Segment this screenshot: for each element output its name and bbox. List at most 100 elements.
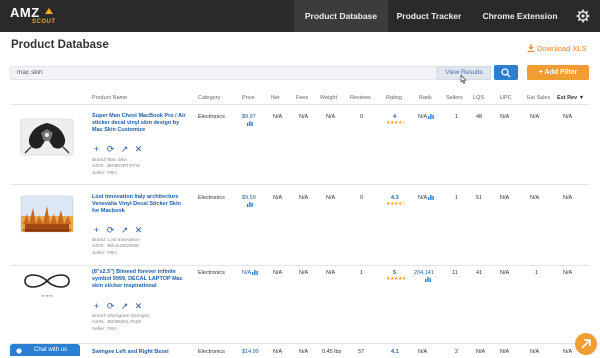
chat-arrow-icon	[581, 339, 591, 349]
category-cell: Electronics	[198, 195, 225, 201]
product-meta: Brand: Mac Skin ASIN: B00BORTVYW Seller:…	[92, 158, 140, 177]
product-image[interactable]: ∞ ∞ ∞	[19, 267, 75, 307]
chat-with-us-button[interactable]: Chat with us	[10, 344, 80, 356]
tab-product-tracker[interactable]: Product Tracker	[388, 0, 470, 32]
seller-label: Seller:	[92, 250, 106, 256]
rank-history-icon[interactable]	[428, 114, 434, 119]
column-header-upc[interactable]: UPC	[500, 95, 512, 101]
product-name-link[interactable]: Swingee Left and Right Bezel	[92, 349, 188, 356]
product-name-link[interactable]: Lost Innovation Italy architecture Venev…	[92, 194, 188, 215]
est-sales-cell: N/A	[530, 349, 540, 355]
close-icon[interactable]: ✕	[134, 226, 143, 235]
est-rev-cell: N/A	[563, 114, 573, 120]
category-cell: Electronics	[198, 349, 225, 355]
brand-value: Shengram Sensgim	[107, 314, 150, 319]
column-header-product-name[interactable]: Product Name	[92, 95, 127, 101]
svg-text:∞ ∞ ∞: ∞ ∞ ∞	[42, 293, 53, 298]
product-image[interactable]	[19, 194, 75, 234]
net-cell: N/A	[273, 114, 283, 120]
sellers-cell: 1	[455, 114, 459, 120]
close-icon[interactable]: ✕	[134, 302, 143, 311]
tab-chrome-extension[interactable]: Chrome Extension	[470, 0, 570, 32]
est-sales-cell: N/A	[530, 114, 540, 120]
rank-history-icon[interactable]	[428, 195, 434, 200]
price-cell: $9.97	[242, 114, 256, 120]
column-header-est-rev[interactable]: Est Rev ▼	[557, 95, 584, 101]
download-xls-link[interactable]: Download XLS	[527, 44, 587, 53]
rank-value: N/A	[418, 195, 428, 201]
price-cell: $9.59	[242, 195, 256, 201]
column-header-weight[interactable]: Weight	[320, 95, 337, 101]
asin-value: B00BORTVYW	[107, 164, 141, 170]
asin-value: B00BMGL7NZ0	[107, 320, 142, 326]
column-header-category[interactable]: Category	[198, 95, 220, 101]
column-header-sellers[interactable]: Sellers	[446, 95, 463, 101]
column-header-fees[interactable]: Fees	[296, 95, 308, 101]
add-icon[interactable]: +	[92, 145, 101, 154]
rank-cell: N/A	[418, 349, 428, 355]
column-header-rating[interactable]: Rating	[386, 95, 402, 101]
weight-cell: 0.45 lbs	[322, 349, 342, 355]
price-cell: $14.99	[242, 349, 259, 355]
seller-value: FBA	[107, 250, 117, 256]
price-history-icon[interactable]	[246, 121, 253, 127]
column-header-rank[interactable]: Rank	[419, 95, 432, 101]
external-link-icon[interactable]: ↗	[120, 145, 129, 154]
logo-text: AMZ	[10, 5, 40, 20]
support-fab-button[interactable]	[575, 333, 597, 355]
column-header-reviews[interactable]: Reviews	[350, 95, 371, 101]
download-label: Download XLS	[537, 44, 587, 53]
fees-cell: N/A	[299, 195, 309, 201]
rank-cell: 204,141	[414, 270, 434, 276]
table-row: ∞ ∞ ∞ (8"x2.5") Bimeed forever infinite …	[10, 267, 590, 344]
brand-value: Mac Skin	[107, 158, 128, 163]
refresh-icon[interactable]: ⟳	[106, 302, 115, 311]
price-history-icon[interactable]	[246, 202, 253, 208]
rank-history-icon[interactable]	[424, 277, 431, 283]
add-filter-button[interactable]: + Add Filter	[527, 65, 589, 80]
close-icon[interactable]: ✕	[134, 145, 143, 154]
column-header-lqs[interactable]: LQS	[473, 95, 484, 101]
upc-cell: N/A	[500, 270, 510, 276]
refresh-icon[interactable]: ⟳	[106, 145, 115, 154]
rating-cell: 4.1	[391, 349, 399, 355]
reviews-cell: 0	[360, 195, 364, 201]
seller-value: FBA	[107, 326, 117, 332]
upc-cell: N/A	[500, 195, 510, 201]
rank-value: N/A	[418, 114, 428, 120]
product-name-link[interactable]: Super Man Chest MacBook Pro / Air sticke…	[92, 113, 188, 134]
column-header-net[interactable]: Net	[271, 95, 280, 101]
search-input-value: mac skin	[17, 69, 43, 76]
refresh-icon[interactable]: ⟳	[106, 226, 115, 235]
est-rev-label: Est Rev	[557, 95, 578, 101]
price-history-icon[interactable]	[252, 270, 258, 275]
est-sales-cell: N/A	[530, 195, 540, 201]
net-cell: N/A	[273, 195, 283, 201]
search-button[interactable]	[494, 65, 518, 80]
product-image[interactable]	[19, 117, 75, 157]
table-row: Super Man Chest MacBook Pro / Air sticke…	[10, 105, 590, 185]
product-meta: Brand: Lost Innovation ASIN: B0ULDCDO0E …	[92, 238, 140, 257]
price-value: $9.97	[242, 114, 256, 120]
download-icon	[527, 44, 535, 53]
sort-desc-icon: ▼	[578, 95, 585, 101]
column-header-est-sales[interactable]: Est Sales	[527, 95, 550, 101]
page-title: Product Database	[11, 39, 109, 51]
product-meta: Brand: Shengram Sensgim ASIN: B00BMGL7NZ…	[92, 314, 149, 333]
add-icon[interactable]: +	[92, 302, 101, 311]
amzscout-logo[interactable]: AMZ SCOUT	[10, 4, 70, 28]
add-icon[interactable]: +	[92, 226, 101, 235]
external-link-icon[interactable]: ↗	[120, 302, 129, 311]
external-link-icon[interactable]: ↗	[120, 226, 129, 235]
est-rev-cell: N/A	[563, 195, 573, 201]
chat-bubble-icon	[16, 347, 22, 354]
column-header-price[interactable]: Price	[242, 95, 255, 101]
seller-label: Seller:	[92, 326, 106, 332]
rating-stars: ★★★★★	[386, 276, 406, 282]
sellers-cell: 1	[455, 195, 459, 201]
logo-arrow-icon	[44, 6, 54, 16]
gear-icon[interactable]	[576, 9, 590, 23]
product-name-link[interactable]: (8"x2.5") Bimeed forever infinite symbol…	[92, 269, 188, 290]
search-input[interactable]: mac skin	[10, 66, 437, 80]
tab-product-database[interactable]: Product Database	[294, 0, 388, 32]
